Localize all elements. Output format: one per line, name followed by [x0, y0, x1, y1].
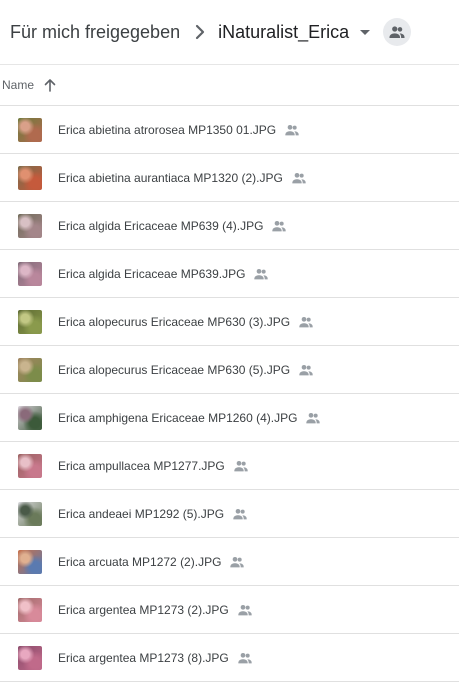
file-name: Erica amphigena Ericaceae MP1260 (4).JPG	[58, 410, 298, 425]
shared-people-icon	[233, 458, 249, 474]
image-thumbnail	[18, 213, 42, 238]
file-name: Erica andeaei MP1292 (5).JPG	[58, 506, 225, 521]
file-name: Erica arcuata MP1272 (2).JPG	[58, 554, 222, 569]
shared-people-icon	[229, 554, 245, 570]
shared-people-icon	[253, 266, 269, 282]
file-name: Erica ampullacea MP1277.JPG	[58, 458, 225, 473]
file-name: Erica argentea MP1273 (2).JPG	[58, 602, 229, 617]
file-row[interactable]: Erica alopecurus Ericaceae MP630 (5).JPG	[0, 346, 459, 394]
shared-people-icon	[291, 170, 307, 186]
shared-people-icon	[237, 602, 253, 618]
breadcrumb-current-folder[interactable]: iNaturalist_Erica	[218, 22, 373, 43]
image-thumbnail	[18, 597, 42, 622]
image-thumbnail	[18, 549, 42, 574]
caret-down-icon	[357, 24, 373, 40]
file-row[interactable]: Erica argentea MP1273 (2).JPG	[0, 586, 459, 634]
shared-people-icon	[298, 314, 314, 330]
list-header: Name	[0, 64, 459, 106]
image-thumbnail	[18, 453, 42, 478]
image-thumbnail	[18, 645, 42, 670]
file-list: Erica abietina atrorosea MP1350 01.JPG Er…	[0, 106, 459, 682]
file-name: Erica argentea MP1273 (8).JPG	[58, 650, 229, 665]
chevron-right-icon	[186, 20, 214, 44]
file-name: Erica abietina atrorosea MP1350 01.JPG	[58, 122, 277, 137]
file-row[interactable]: Erica algida Ericaceae MP639.JPG	[0, 250, 459, 298]
image-thumbnail	[18, 309, 42, 334]
image-thumbnail	[18, 165, 42, 190]
breadcrumb: Für mich freigegeben iNaturalist_Erica	[0, 0, 459, 64]
shared-people-icon	[271, 218, 287, 234]
file-row[interactable]: Erica abietina aurantiaca MP1320 (2).JPG	[0, 154, 459, 202]
file-row[interactable]: Erica abietina atrorosea MP1350 01.JPG	[0, 106, 459, 154]
file-row[interactable]: Erica arcuata MP1272 (2).JPG	[0, 538, 459, 586]
file-row[interactable]: Erica argentea MP1273 (8).JPG	[0, 634, 459, 682]
file-row[interactable]: Erica alopecurus Ericaceae MP630 (3).JPG	[0, 298, 459, 346]
shared-folder-icon[interactable]	[383, 18, 412, 46]
image-thumbnail	[18, 405, 42, 430]
file-name: Erica algida Ericaceae MP639.JPG	[58, 266, 246, 281]
column-header-name[interactable]: Name	[2, 78, 34, 92]
arrow-up-icon[interactable]	[42, 77, 58, 93]
shared-people-icon	[305, 410, 321, 426]
file-name: Erica alopecurus Ericaceae MP630 (3).JPG	[58, 314, 291, 329]
image-thumbnail	[18, 117, 42, 142]
file-row[interactable]: Erica ampullacea MP1277.JPG	[0, 442, 459, 490]
file-row[interactable]: Erica andeaei MP1292 (5).JPG	[0, 490, 459, 538]
shared-people-icon	[237, 650, 253, 666]
file-name: Erica abietina aurantiaca MP1320 (2).JPG	[58, 170, 283, 185]
file-row[interactable]: Erica algida Ericaceae MP639 (4).JPG	[0, 202, 459, 250]
shared-people-icon	[284, 122, 300, 138]
breadcrumb-root[interactable]: Für mich freigegeben	[10, 22, 180, 43]
image-thumbnail	[18, 357, 42, 382]
shared-people-icon	[232, 506, 248, 522]
breadcrumb-current-label: iNaturalist_Erica	[218, 21, 350, 42]
file-name: Erica algida Ericaceae MP639 (4).JPG	[58, 218, 264, 233]
image-thumbnail	[18, 261, 42, 286]
file-row[interactable]: Erica amphigena Ericaceae MP1260 (4).JPG	[0, 394, 459, 442]
shared-people-icon	[298, 362, 314, 378]
file-name: Erica alopecurus Ericaceae MP630 (5).JPG	[58, 362, 291, 377]
image-thumbnail	[18, 501, 42, 526]
